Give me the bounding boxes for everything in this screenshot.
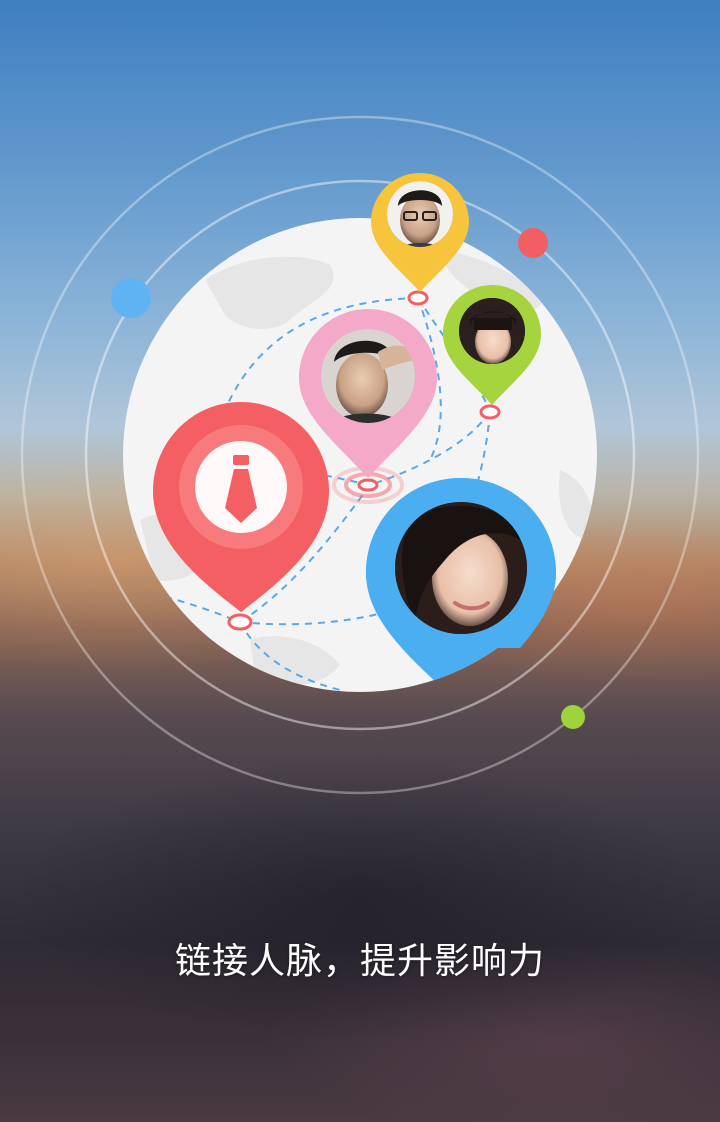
onboarding-tagline: 链接人脉，提升影响力 [174,941,545,982]
orbit-dot-green [561,705,585,729]
orbit-dot-blue [111,278,151,318]
red-pin-anchor [227,613,253,631]
green-pin-anchor [479,404,501,420]
yellow-pin-anchor [407,290,429,306]
orbit-dot-red [518,228,548,258]
